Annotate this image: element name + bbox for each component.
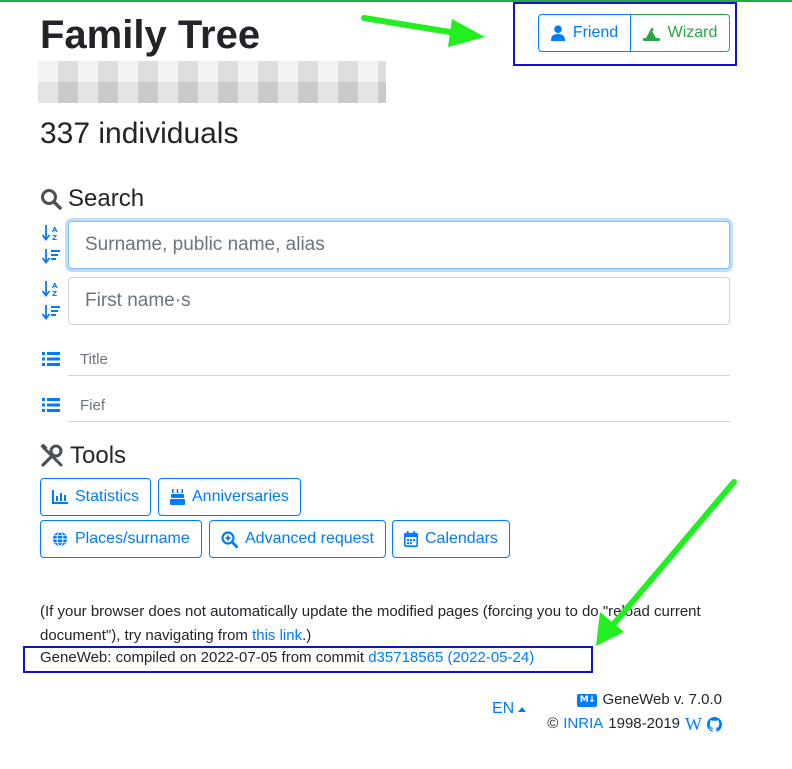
annotation-arrow-top (361, 15, 465, 37)
annotation-arrows (361, 15, 737, 646)
annotation-arrowhead-top (448, 19, 485, 47)
annotation-arrow-bottom (609, 479, 737, 629)
